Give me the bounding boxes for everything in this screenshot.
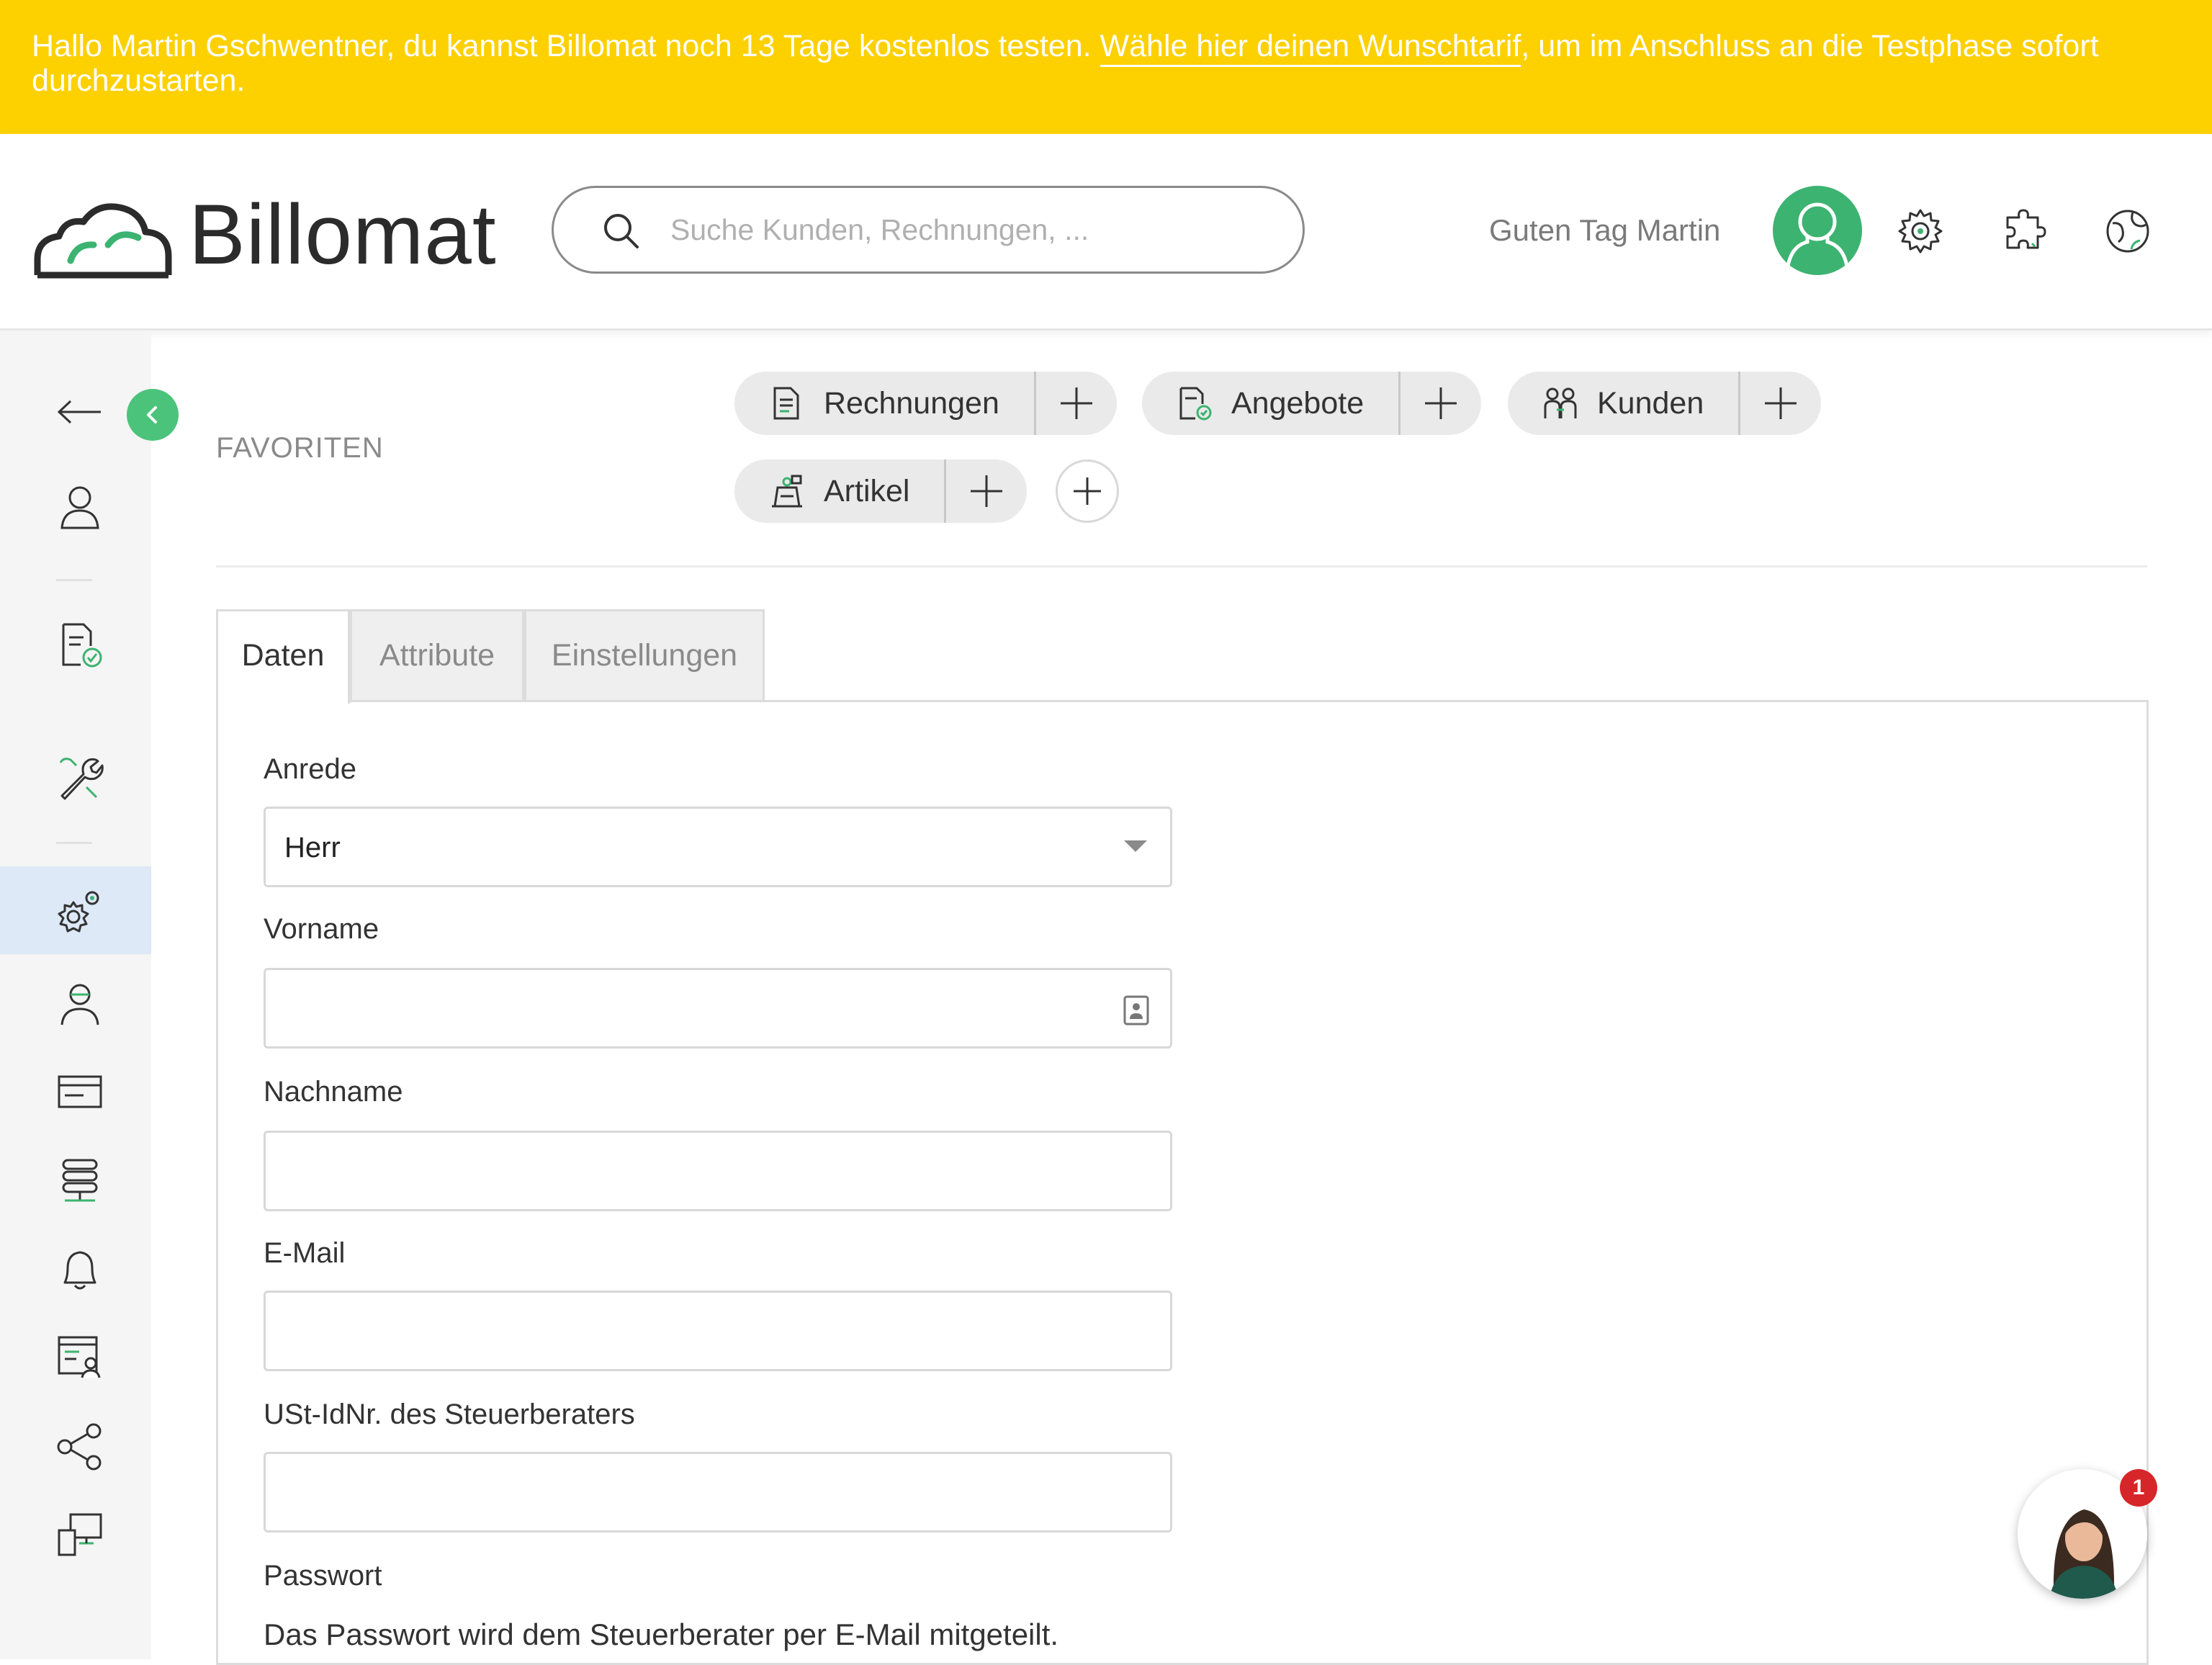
- sidebar-separator: [56, 842, 92, 844]
- plus-icon: [1425, 387, 1457, 419]
- anrede-value: Herr: [284, 832, 341, 863]
- gear-icon[interactable]: [1895, 206, 1946, 256]
- trial-banner: Hallo Martin Gschwentner, du kannst Bill…: [0, 0, 2212, 134]
- favorite-label: Kunden: [1597, 385, 1704, 421]
- favorite-chip-angebote: Angebote: [1142, 372, 1482, 435]
- favorite-chip-artikel: Artikel: [734, 459, 1028, 523]
- favorite-angebote-button[interactable]: Angebote: [1142, 372, 1401, 435]
- favorite-label: Angebote: [1231, 385, 1364, 421]
- collapse-sidebar-button[interactable]: [127, 389, 179, 441]
- tab-daten[interactable]: Daten: [216, 609, 350, 704]
- add-kunde-button[interactable]: [1740, 372, 1821, 435]
- greeting-text: Guten Tag Martin: [1489, 213, 1721, 247]
- invoice-icon: [773, 387, 799, 420]
- email-field[interactable]: [264, 1291, 1172, 1371]
- sidebar-separator: [56, 579, 92, 581]
- search-icon: [604, 214, 639, 248]
- favorite-chip-kunden: Kunden: [1508, 372, 1822, 435]
- tab-einstellungen[interactable]: Einstellungen: [524, 609, 765, 701]
- favorite-label: Artikel: [824, 473, 910, 508]
- plus-icon: [1074, 477, 1101, 505]
- chat-notification-badge: 1: [2120, 1469, 2157, 1507]
- passwort-note: Das Passwort wird dem Steuerberater per …: [264, 1617, 1059, 1651]
- banner-text: Hallo Martin Gschwentner, du kannst Bill…: [32, 29, 1100, 63]
- plus-icon: [1765, 387, 1797, 419]
- user-silhouette-icon: [1785, 202, 1850, 271]
- contact-card-icon: [1123, 995, 1149, 1026]
- settings-gears-icon[interactable]: [55, 885, 105, 935]
- favorite-chip-rechnungen: Rechnungen: [734, 372, 1117, 435]
- top-header: Billomat Guten Tag Martin: [0, 134, 2212, 331]
- favorites-divider: [216, 565, 2147, 567]
- brand-name: Billomat: [189, 187, 497, 282]
- cloud-logo-icon: [34, 203, 172, 279]
- offer-icon: [1179, 387, 1212, 421]
- left-sidebar: [0, 331, 151, 1659]
- share-icon[interactable]: [55, 1421, 105, 1471]
- favorites-label: FAVORITEN: [216, 432, 384, 464]
- favorite-label: Rechnungen: [824, 385, 999, 421]
- add-favorite-button[interactable]: [1056, 459, 1119, 523]
- globe-icon[interactable]: [2103, 206, 2153, 256]
- favorite-artikel-button[interactable]: Artikel: [734, 459, 947, 523]
- add-rechnung-button[interactable]: [1036, 372, 1117, 435]
- billomat-logo[interactable]: Billomat: [33, 187, 497, 282]
- add-angebot-button[interactable]: [1401, 372, 1481, 435]
- choose-plan-link[interactable]: Wähle hier deinen Wunschtarif: [1100, 29, 1521, 67]
- anrede-label: Anrede: [264, 753, 356, 785]
- server-icon[interactable]: [55, 1156, 105, 1206]
- invoice-check-icon[interactable]: [55, 620, 105, 670]
- nachname-field[interactable]: [264, 1131, 1172, 1211]
- user-icon[interactable]: [55, 482, 105, 532]
- dropdown-arrow-icon: [1124, 840, 1147, 852]
- customers-icon: [1544, 387, 1577, 418]
- vorname-field[interactable]: [264, 968, 1172, 1049]
- tab-attribute[interactable]: Attribute: [350, 609, 524, 701]
- plus-icon: [1060, 387, 1092, 419]
- passwort-label: Passwort: [264, 1560, 382, 1592]
- puzzle-icon[interactable]: [2000, 206, 2051, 256]
- ustid-field[interactable]: [264, 1452, 1172, 1532]
- favorite-kunden-button[interactable]: Kunden: [1508, 372, 1741, 435]
- add-artikel-button[interactable]: [946, 459, 1027, 523]
- chevron-left-icon: [147, 406, 157, 423]
- card-icon[interactable]: [55, 1067, 105, 1117]
- favorite-rechnungen-button[interactable]: Rechnungen: [734, 372, 1036, 435]
- vorname-label: Vorname: [264, 913, 379, 945]
- ustid-label: USt-IdNr. des Steuerberaters: [264, 1399, 635, 1430]
- report-user-icon[interactable]: [55, 1332, 105, 1382]
- search-box[interactable]: [552, 186, 1305, 274]
- back-arrow-icon[interactable]: [55, 387, 105, 437]
- article-icon: [772, 475, 802, 508]
- nachname-label: Nachname: [264, 1076, 403, 1108]
- tools-icon[interactable]: [55, 753, 105, 803]
- email-label: E-Mail: [264, 1237, 346, 1269]
- plus-icon: [971, 475, 1003, 507]
- user-avatar[interactable]: [1773, 186, 1862, 275]
- anrede-select[interactable]: Herr: [264, 807, 1172, 887]
- devices-icon[interactable]: [55, 1509, 105, 1559]
- bell-icon[interactable]: [55, 1244, 105, 1294]
- support-person-icon[interactable]: [55, 979, 105, 1029]
- search-input[interactable]: [669, 205, 1262, 254]
